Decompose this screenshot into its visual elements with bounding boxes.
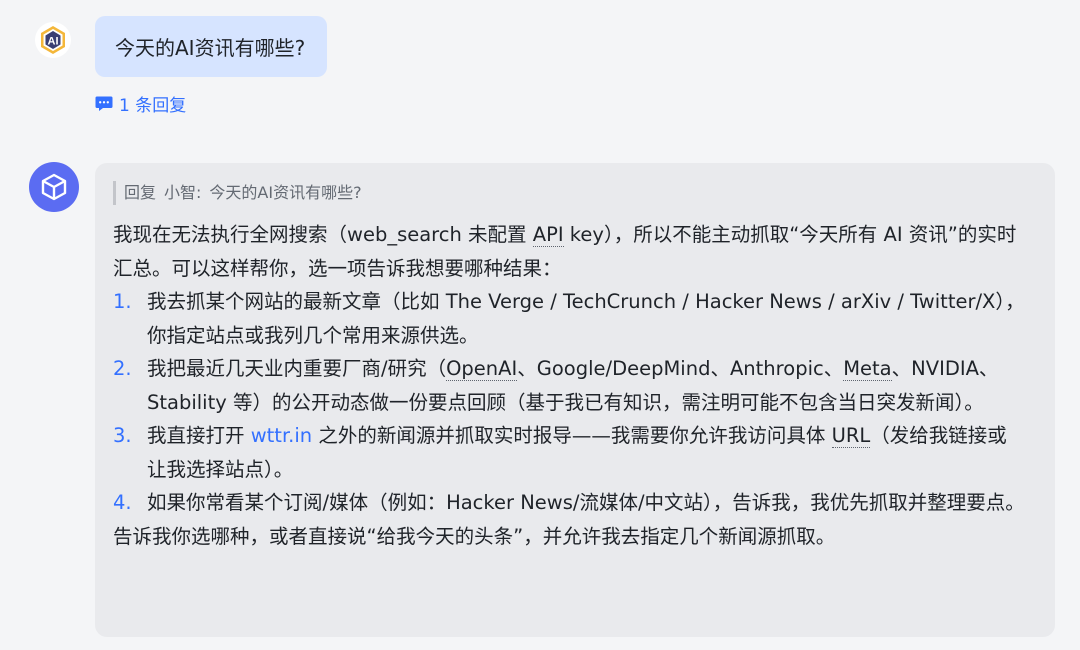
option-text: 如果你常看某个订阅/媒体（例如：Hacker News/流媒体/中文站），告诉我… — [147, 491, 1025, 514]
list-item: 3. 我直接打开 wttr.in 之外的新闻源并抓取实时报导——我需要你允许我访… — [113, 419, 1025, 486]
option-text: 我把最近几天业内重要厂商/研究（OpenAI、Google/DeepMind、A… — [147, 357, 999, 414]
quote-author: 小智: — [164, 183, 202, 202]
option-text: 我去抓某个网站的最新文章（比如 The Verge / TechCrunch /… — [147, 290, 1025, 347]
reply-count-label: 1 条回复 — [119, 95, 187, 116]
reply-intro: 我现在无法执行全网搜索（web_search 未配置 API key），所以不能… — [113, 223, 1017, 280]
term-api[interactable]: API — [532, 223, 564, 247]
cube-icon — [41, 173, 67, 201]
list-item: 2. 我把最近几天业内重要厂商/研究（OpenAI、Google/DeepMin… — [113, 352, 1025, 419]
list-item: 4. 如果你常看某个订阅/媒体（例如：Hacker News/流媒体/中文站），… — [113, 486, 1025, 520]
term-openai[interactable]: OpenAI — [446, 357, 518, 381]
option-text: 我直接打开 wttr.in 之外的新闻源并抓取实时报导——我需要你允许我访问具体… — [147, 424, 1007, 481]
user-message-bubble: 今天的AI资讯有哪些? — [95, 16, 328, 77]
quoted-message[interactable]: 回复 小智: 今天的AI资讯有哪些? — [113, 181, 1025, 205]
term-url[interactable]: URL — [831, 424, 871, 448]
list-number: 2. — [113, 357, 132, 380]
reply-closing: 告诉我你选哪种，或者直接说“给我今天的头条”，并允许我去指定几个新闻源抓取。 — [113, 524, 836, 548]
bot-reply-card: 回复 小智: 今天的AI资讯有哪些? 我现在无法执行全网搜索（web_search … — [95, 163, 1055, 637]
list-item: 1. 我去抓某个网站的最新文章（比如 The Verge / TechCrunc… — [113, 285, 1025, 352]
list-number: 1. — [113, 290, 132, 313]
quote-text: 今天的AI资讯有哪些? — [209, 183, 362, 202]
ai-logo-icon: AI — [41, 26, 65, 54]
option-list: 1. 我去抓某个网站的最新文章（比如 The Verge / TechCrunc… — [113, 285, 1025, 520]
svg-text:AI: AI — [48, 36, 59, 48]
term-meta[interactable]: Meta — [843, 357, 892, 381]
reply-count-link[interactable]: 1 条回复 — [95, 92, 187, 116]
list-number: 3. — [113, 424, 132, 447]
list-number: 4. — [113, 491, 132, 514]
bot-reply-body: 我现在无法执行全网搜索（web_search 未配置 API key），所以不能… — [113, 218, 1025, 553]
wttr-link[interactable]: wttr.in — [251, 424, 312, 447]
quote-prefix: 回复 — [124, 183, 157, 202]
comment-icon — [95, 96, 113, 111]
user-avatar[interactable]: AI — [35, 22, 71, 58]
bot-avatar[interactable] — [29, 162, 79, 212]
user-message-text: 今天的AI资讯有哪些? — [115, 36, 306, 60]
